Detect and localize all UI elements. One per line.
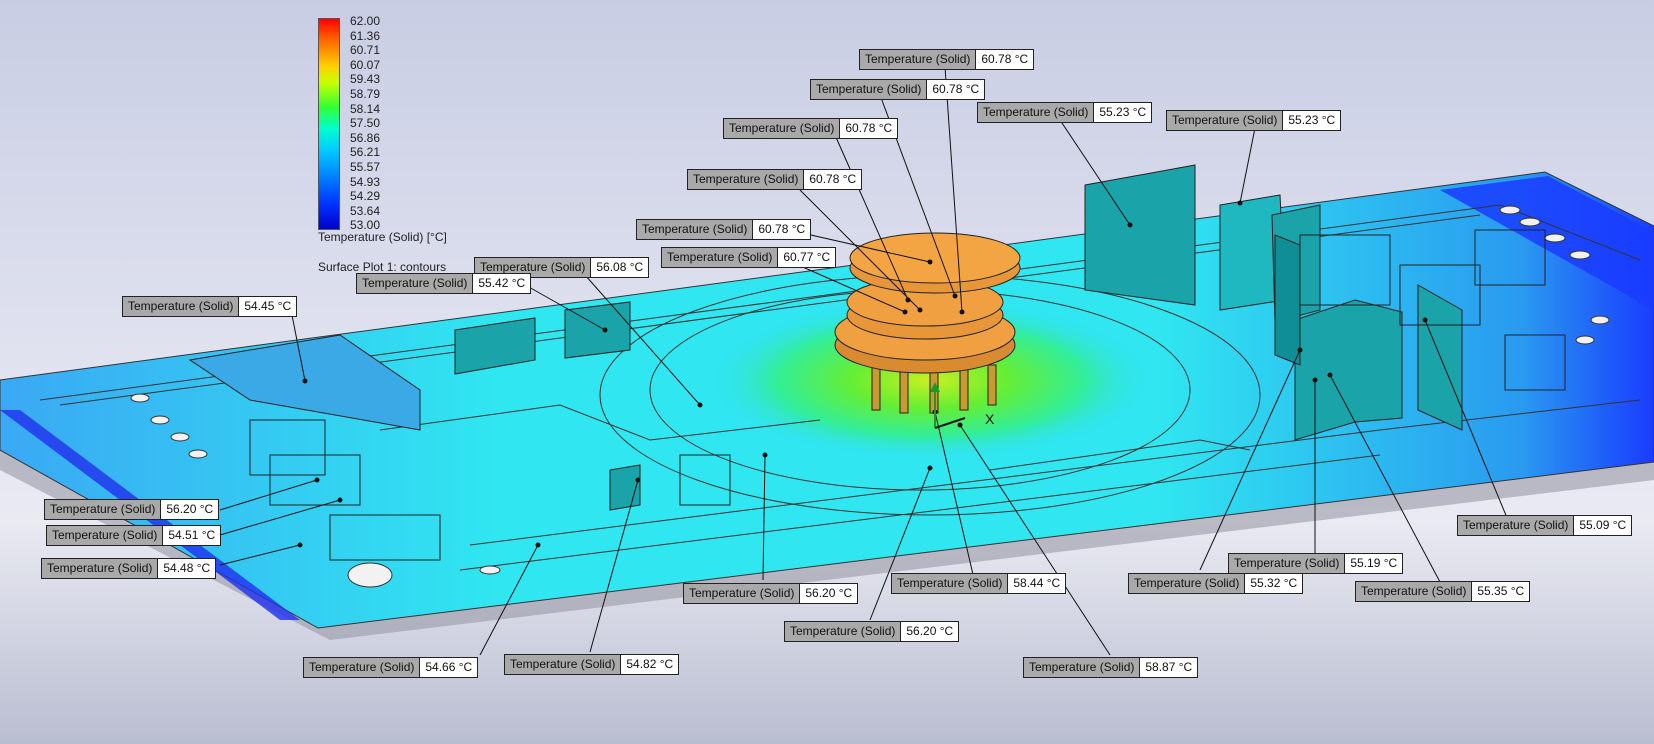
probe-quantity: Temperature (Solid) xyxy=(505,655,622,674)
probe-value: 55.19 °C xyxy=(1345,554,1403,573)
probe-label[interactable]: Temperature (Solid) 56.20 °C xyxy=(683,583,859,604)
probe-quantity: Temperature (Solid) xyxy=(123,297,240,316)
probe-value: 54.66 °C xyxy=(420,658,478,677)
probe-label[interactable]: Temperature (Solid) 54.66 °C xyxy=(303,657,479,678)
probe-quantity: Temperature (Solid) xyxy=(304,658,421,677)
probe-quantity: Temperature (Solid) xyxy=(688,170,805,189)
probe-quantity: Temperature (Solid) xyxy=(1458,516,1575,535)
probe-label[interactable]: Temperature (Solid) 55.23 °C xyxy=(977,102,1153,123)
probe-quantity: Temperature (Solid) xyxy=(892,574,1009,593)
probe-quantity: Temperature (Solid) xyxy=(785,622,902,641)
probe-quantity: Temperature (Solid) xyxy=(978,103,1095,122)
plot-name: Surface Plot 1: contours xyxy=(318,260,447,274)
probe-label[interactable]: Temperature (Solid) 54.51 °C xyxy=(46,525,222,546)
probe-value: 56.20 °C xyxy=(901,622,959,641)
probe-quantity: Temperature (Solid) xyxy=(811,80,928,99)
probe-quantity: Temperature (Solid) xyxy=(724,119,841,138)
probe-value: 60.78 °C xyxy=(840,119,898,138)
probe-value: 58.87 °C xyxy=(1140,658,1198,677)
probe-value: 56.08 °C xyxy=(591,258,649,277)
probe-label[interactable]: Temperature (Solid) 60.78 °C xyxy=(810,79,986,100)
legend-tick-label: 58.14 xyxy=(350,101,381,116)
probe-value: 56.20 °C xyxy=(161,500,219,519)
legend-title: Temperature (Solid) [°C] xyxy=(318,230,447,244)
legend-tick-label: 60.07 xyxy=(350,57,381,72)
probe-label[interactable]: Temperature (Solid) 55.35 °C xyxy=(1355,581,1531,602)
probe-value: 60.78 °C xyxy=(804,170,862,189)
probe-quantity: Temperature (Solid) xyxy=(662,248,779,267)
probe-quantity: Temperature (Solid) xyxy=(1167,111,1284,130)
probe-label[interactable]: Temperature (Solid) 60.77 °C xyxy=(661,247,837,268)
probe-label[interactable]: Temperature (Solid) 58.44 °C xyxy=(891,573,1067,594)
probe-quantity: Temperature (Solid) xyxy=(1024,658,1141,677)
legend-tick-label: 57.50 xyxy=(350,116,381,131)
legend-tick-label: 58.79 xyxy=(350,87,381,101)
legend-tick-label: 61.36 xyxy=(350,28,381,43)
probe-quantity: Temperature (Solid) xyxy=(47,526,164,545)
probe-label[interactable]: Temperature (Solid) 60.78 °C xyxy=(636,219,812,240)
probe-value: 54.45 °C xyxy=(239,297,297,316)
color-scale-bar xyxy=(318,18,340,230)
legend-tick-label: 54.93 xyxy=(350,174,381,189)
probe-label[interactable]: Temperature (Solid) 60.78 °C xyxy=(859,49,1035,70)
probe-value: 55.23 °C xyxy=(1094,103,1152,122)
probe-value: 56.20 °C xyxy=(800,584,858,603)
simulation-viewport[interactable]: X 62.00 61.36 60.71 60.07 59.43 58.79 58.14 57.… xyxy=(0,0,1654,744)
legend-tick-label: 54.29 xyxy=(350,189,381,204)
probe-value: 60.78 °C xyxy=(976,50,1034,69)
probe-quantity: Temperature (Solid) xyxy=(684,584,801,603)
probe-label[interactable]: Temperature (Solid) 55.19 °C xyxy=(1228,553,1404,574)
probe-label[interactable]: Temperature (Solid) 56.20 °C xyxy=(784,621,960,642)
probe-value: 55.42 °C xyxy=(473,274,531,293)
probe-value: 60.77 °C xyxy=(778,248,836,267)
probe-quantity: Temperature (Solid) xyxy=(1356,582,1473,601)
probe-value: 58.44 °C xyxy=(1008,574,1066,593)
probe-quantity: Temperature (Solid) xyxy=(1129,574,1246,593)
probe-quantity: Temperature (Solid) xyxy=(45,500,162,519)
probe-value: 55.35 °C xyxy=(1472,582,1530,601)
legend-tick-label: 62.00 xyxy=(350,14,381,28)
probe-value: 60.78 °C xyxy=(753,220,811,239)
probe-value: 54.82 °C xyxy=(621,655,679,674)
probe-label[interactable]: Temperature (Solid) 54.82 °C xyxy=(504,654,680,675)
legend-tick-label: 60.71 xyxy=(350,43,381,58)
probe-quantity: Temperature (Solid) xyxy=(42,559,159,578)
probe-label[interactable]: Temperature (Solid) 56.20 °C xyxy=(44,499,220,520)
probe-value: 54.51 °C xyxy=(163,526,221,545)
probe-label[interactable]: Temperature (Solid) 54.48 °C xyxy=(41,558,217,579)
probe-label[interactable]: Temperature (Solid) 55.09 °C xyxy=(1457,515,1633,536)
probe-quantity: Temperature (Solid) xyxy=(1229,554,1346,573)
probe-label[interactable]: Temperature (Solid) 58.87 °C xyxy=(1023,657,1199,678)
legend-tick-label: 56.21 xyxy=(350,145,381,160)
legend-tick-label: 55.57 xyxy=(350,160,381,174)
probe-label[interactable]: Temperature (Solid) 60.78 °C xyxy=(723,118,899,139)
svg-text:X: X xyxy=(985,411,995,427)
probe-quantity: Temperature (Solid) xyxy=(637,220,754,239)
probe-quantity: Temperature (Solid) xyxy=(860,50,977,69)
legend-tick-label: 59.43 xyxy=(350,72,381,87)
probe-label[interactable]: Temperature (Solid) 55.42 °C xyxy=(356,273,532,294)
probe-label[interactable]: Temperature (Solid) 55.32 °C xyxy=(1128,573,1304,594)
probe-label[interactable]: Temperature (Solid) 54.45 °C xyxy=(122,296,298,317)
probe-value: 55.32 °C xyxy=(1245,574,1303,593)
probe-value: 55.09 °C xyxy=(1574,516,1632,535)
probe-value: 55.23 °C xyxy=(1283,111,1341,130)
legend-tick-label: 56.86 xyxy=(350,130,381,145)
probe-value: 60.78 °C xyxy=(927,80,985,99)
probe-quantity: Temperature (Solid) xyxy=(357,274,474,293)
probe-label[interactable]: Temperature (Solid) 55.23 °C xyxy=(1166,110,1342,131)
legend-tick-label: 53.64 xyxy=(350,203,381,218)
probe-label[interactable]: Temperature (Solid) 60.78 °C xyxy=(687,169,863,190)
probe-value: 54.48 °C xyxy=(158,559,216,578)
